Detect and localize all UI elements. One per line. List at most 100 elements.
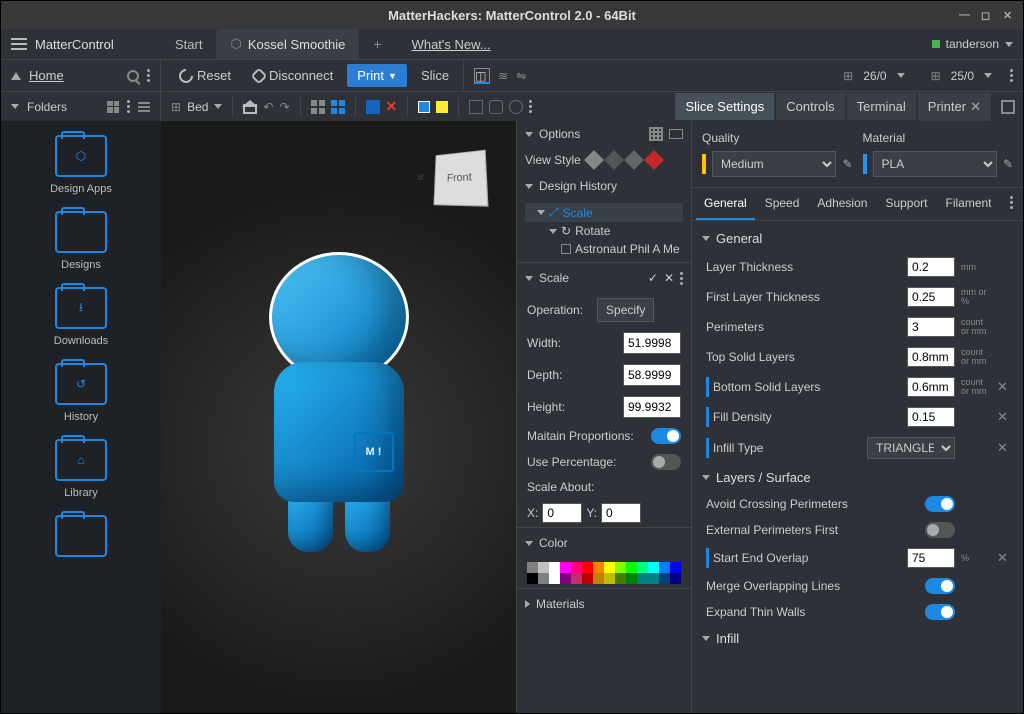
- more-icon[interactable]: [147, 69, 150, 82]
- folders-grid-icon[interactable]: [107, 101, 119, 113]
- color-collapse[interactable]: [525, 541, 533, 546]
- color-swatch[interactable]: [670, 573, 681, 584]
- fill-density-input[interactable]: [907, 407, 955, 427]
- gentab-support[interactable]: Support: [877, 188, 935, 220]
- gentab-adhesion[interactable]: Adhesion: [809, 188, 875, 220]
- color-swatch[interactable]: [615, 573, 626, 584]
- folders-chevron[interactable]: [11, 104, 19, 109]
- color-swatch[interactable]: [582, 562, 593, 573]
- color-swatch[interactable]: [604, 573, 615, 584]
- 3d-viewport[interactable]: M ! Front: [161, 121, 516, 713]
- section-layers[interactable]: Layers / Surface: [716, 470, 811, 485]
- height-input[interactable]: [623, 396, 681, 418]
- color-swatch[interactable]: [593, 573, 604, 584]
- scale-x-input[interactable]: [542, 503, 582, 523]
- view-cube[interactable]: Front: [433, 150, 488, 207]
- minimize-button[interactable]: —: [959, 9, 971, 21]
- viewstyle-2[interactable]: [604, 150, 624, 170]
- sidebar-item-design-apps[interactable]: ⬡Design Apps: [1, 127, 161, 203]
- align-icon[interactable]: [366, 100, 380, 114]
- sidebar-item-downloads[interactable]: ⭳Downloads: [1, 279, 161, 355]
- sidebar-item-history[interactable]: ↺History: [1, 355, 161, 431]
- perimeters-input[interactable]: [907, 317, 955, 337]
- slice-button[interactable]: Slice: [413, 64, 457, 87]
- section-general[interactable]: General: [716, 231, 762, 246]
- tab-add[interactable]: +: [359, 29, 395, 59]
- color-swatch[interactable]: [571, 573, 582, 584]
- delete-icon[interactable]: ✕: [386, 98, 398, 115]
- color-swatch[interactable]: [560, 573, 571, 584]
- materials-collapse[interactable]: [525, 600, 530, 608]
- options-toggle-icon[interactable]: [669, 129, 683, 139]
- view-layers-button[interactable]: ≋: [498, 69, 508, 83]
- stat1-dropdown[interactable]: [897, 73, 905, 78]
- model-astronaut[interactable]: M !: [239, 252, 439, 552]
- stat2-dropdown[interactable]: [984, 73, 992, 78]
- scale-collapse[interactable]: [525, 276, 533, 281]
- menu-icon[interactable]: [11, 38, 27, 50]
- panel-maximize-icon[interactable]: [1001, 100, 1015, 114]
- operation-select[interactable]: Specify: [597, 298, 654, 322]
- gentab-speed[interactable]: Speed: [757, 188, 808, 220]
- gentab-filament[interactable]: Filament: [937, 188, 999, 220]
- user-name[interactable]: tanderson: [946, 37, 999, 51]
- color-swatch[interactable]: [637, 573, 648, 584]
- width-input[interactable]: [623, 332, 681, 354]
- quality-select[interactable]: Medium: [712, 151, 836, 177]
- scale-more[interactable]: [680, 272, 683, 285]
- tab-controls[interactable]: Controls: [776, 93, 844, 120]
- shape-cylinder[interactable]: [489, 100, 503, 114]
- section-infill[interactable]: Infill: [716, 631, 739, 646]
- color-swatch[interactable]: [549, 562, 560, 573]
- shape-sphere[interactable]: [509, 100, 523, 114]
- yellow-tool[interactable]: [436, 101, 448, 113]
- color-swatch[interactable]: [549, 573, 560, 584]
- color-swatch[interactable]: [637, 562, 648, 573]
- tree-rotate[interactable]: ↻Rotate: [525, 222, 683, 240]
- start-end-reset[interactable]: ✕: [997, 550, 1009, 566]
- fill-density-reset[interactable]: ✕: [997, 409, 1009, 425]
- bed-label[interactable]: Bed: [187, 100, 208, 114]
- scale-y-input[interactable]: [601, 503, 641, 523]
- usepct-toggle[interactable]: [651, 454, 681, 470]
- options-collapse[interactable]: [525, 132, 533, 137]
- sidebar-item-library[interactable]: ⌂Library: [1, 431, 161, 507]
- color-swatch[interactable]: [593, 562, 604, 573]
- color-swatch[interactable]: [571, 562, 582, 573]
- color-swatch[interactable]: [538, 573, 549, 584]
- whats-new-link[interactable]: What's New...: [412, 37, 491, 52]
- tab-printer[interactable]: ⬡Kossel Smoothie: [216, 29, 359, 59]
- home-icon[interactable]: [243, 100, 257, 114]
- merge-toggle[interactable]: [925, 578, 955, 594]
- infill-type-reset[interactable]: ✕: [997, 440, 1009, 456]
- avoid-crossing-toggle[interactable]: [925, 496, 955, 512]
- color-swatch[interactable]: [659, 562, 670, 573]
- color-swatch[interactable]: [626, 573, 637, 584]
- tab-printer[interactable]: Printer✕: [918, 93, 991, 121]
- start-end-input[interactable]: [907, 548, 955, 568]
- color-swatch[interactable]: [670, 562, 681, 573]
- view-3d-button[interactable]: ◫: [474, 68, 490, 84]
- color-swatch[interactable]: [527, 573, 538, 584]
- gentab-more[interactable]: [1002, 188, 1021, 220]
- top-solid-input[interactable]: [907, 347, 955, 367]
- undo-button[interactable]: ↶: [263, 100, 273, 114]
- grid-view-1[interactable]: [311, 100, 325, 114]
- gentab-general[interactable]: General: [696, 188, 755, 220]
- search-icon[interactable]: [127, 70, 139, 82]
- color-swatch[interactable]: [582, 573, 593, 584]
- scale-apply[interactable]: ✓: [648, 271, 658, 285]
- color-swatch[interactable]: [648, 573, 659, 584]
- color-swatch[interactable]: [615, 562, 626, 573]
- maintain-toggle[interactable]: [651, 428, 681, 444]
- grid-view-2[interactable]: [331, 100, 345, 114]
- redo-button[interactable]: ↷: [279, 100, 289, 114]
- material-select[interactable]: PLA: [873, 151, 997, 177]
- home-link[interactable]: Home: [29, 68, 64, 83]
- print-button[interactable]: Print ▼: [347, 64, 407, 87]
- tree-object[interactable]: Astronaut Phil A Me: [525, 240, 683, 258]
- history-collapse[interactable]: [525, 184, 533, 189]
- color-swatch[interactable]: [648, 562, 659, 573]
- viewstyle-3[interactable]: [624, 150, 644, 170]
- sidebar-item-extra[interactable]: [1, 507, 161, 565]
